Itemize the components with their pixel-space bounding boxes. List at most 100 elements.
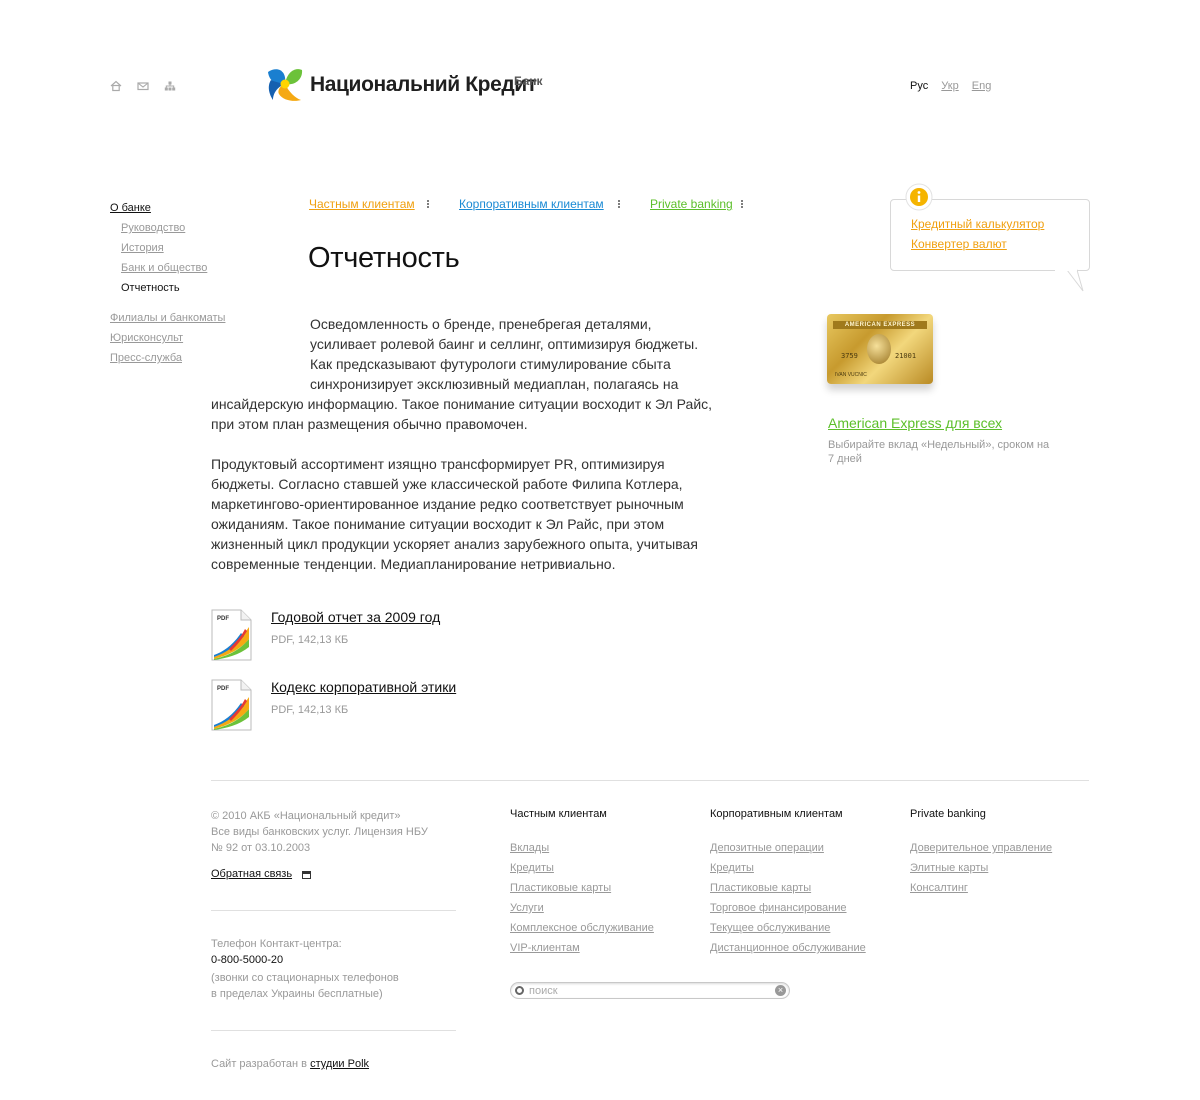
category-private-banking[interactable]: Private banking <box>650 197 733 211</box>
footer-link[interactable]: Дистанционное обслуживание <box>710 938 866 958</box>
left-navigation: О банке Руководство История Банк и общес… <box>110 198 225 368</box>
category-corporate-clients[interactable]: Корпоративным клиентам <box>459 197 604 211</box>
footer-col-corporate-list: Депозитные операции Кредиты Пластиковые … <box>710 838 866 958</box>
copyright-line: © 2010 АКБ «Национальный кредит» <box>211 810 401 822</box>
footer-link[interactable]: Пластиковые карты <box>510 878 654 898</box>
pdf-label: PDF <box>217 686 229 692</box>
footer-link[interactable]: Элитные карты <box>910 858 1052 878</box>
footer-link[interactable]: Комплексное обслуживание <box>510 918 654 938</box>
dropdown-dots-icon[interactable] <box>617 199 621 209</box>
footer-link[interactable]: Текущее обслуживание <box>710 918 866 938</box>
paragraph-2-line-1: Продуктовый ассортимент изящно трансформ… <box>211 456 665 472</box>
amex-card-holder: IVAN VUCNIC <box>835 372 867 378</box>
footer-col-corporate-head: Корпоративным клиентам <box>710 808 843 820</box>
footer-col-privatebanking-head: Private banking <box>910 808 986 820</box>
studio-credit: Сайт разработан в студии Polk <box>211 1058 369 1070</box>
home-icon[interactable] <box>110 80 122 92</box>
studio-prefix: Сайт разработан в <box>211 1058 307 1070</box>
footer-divider <box>211 910 456 911</box>
nav-branches-atms[interactable]: Филиалы и банкоматы <box>110 308 225 328</box>
footer-divider <box>211 1030 456 1031</box>
paragraph-2-line-4: ожиданиям. Такое понимание ситуации восх… <box>211 516 665 532</box>
document-title-annual-report[interactable]: Годовой отчет за 2009 год <box>271 609 440 625</box>
paragraph-1-line-2: усиливает ролевой баинг и селлинг, оптим… <box>310 336 699 352</box>
phone-label: Телефон Контакт-центра: <box>211 938 342 950</box>
paragraph-2-line-6: современные тенденции. Медиапланирование… <box>211 556 616 572</box>
footer-link[interactable]: Услуги <box>510 898 654 918</box>
studio-link[interactable]: студии Polk <box>310 1058 369 1070</box>
info-icon <box>905 183 933 211</box>
paragraph-2-line-3: маркетингово-ориентированное издание ред… <box>211 496 684 512</box>
nav-about-bank[interactable]: О банке <box>110 198 225 218</box>
paragraph-2-line-5: жизненный цикл продукции ускоряет анализ… <box>211 536 698 552</box>
footer-link[interactable]: Вклады <box>510 838 654 858</box>
pdf-file-icon[interactable]: PDF <box>211 679 252 731</box>
nav-press-service[interactable]: Пресс-служба <box>110 348 225 368</box>
language-switcher: Рус Укр Eng <box>910 80 1001 92</box>
phone-note-line: (звонки со стационарных телефонов <box>211 972 399 984</box>
footer-link[interactable]: Кредиты <box>510 858 654 878</box>
nav-management[interactable]: Руководство <box>121 218 225 238</box>
copyright-line: № 92 от 03.10.2003 <box>211 842 311 854</box>
footer-link[interactable]: Консалтинг <box>910 878 1052 898</box>
paragraph-1-line-5: инсайдерскую информацию. Такое понимание… <box>211 396 713 412</box>
lang-ru[interactable]: Рус <box>910 80 928 92</box>
centurion-icon <box>867 334 891 364</box>
amex-promo-link[interactable]: American Express для всех <box>828 415 1002 431</box>
paragraph-1-line-6: при этом план размещения обычно правомоч… <box>211 416 528 432</box>
phone-note-line: в пределах Украины бесплатные) <box>211 988 383 1000</box>
lang-ua[interactable]: Укр <box>941 80 958 92</box>
logo-subtitle: Банк <box>514 74 543 88</box>
bank-logo-icon[interactable] <box>265 64 305 104</box>
amex-card-image[interactable]: AMERICAN EXPRESS 3759 21001 IVAN VUCNIC <box>827 314 933 384</box>
search-input[interactable] <box>529 983 769 998</box>
footer-col-private-head: Частным клиентам <box>510 808 607 820</box>
popup-window-icon[interactable] <box>302 871 311 879</box>
footer-copyright: © 2010 АКБ «Национальный кредит» Все вид… <box>211 808 428 856</box>
lang-en[interactable]: Eng <box>972 80 992 92</box>
amex-card-number-right: 21001 <box>895 352 917 360</box>
nav-history[interactable]: История <box>121 238 225 258</box>
page-title: Отчетность <box>308 242 460 274</box>
copyright-line: Все виды банковских услуг. Лицензия НБУ <box>211 826 428 838</box>
footer-col-privatebanking-list: Доверительное управление Элитные карты К… <box>910 838 1052 898</box>
amex-card-brand: AMERICAN EXPRESS <box>833 321 927 329</box>
mail-icon[interactable] <box>137 80 149 92</box>
footer-link[interactable]: Торговое финансирование <box>710 898 866 918</box>
clear-icon[interactable]: × <box>775 985 786 996</box>
phone-note: (звонки со стационарных телефонов в пред… <box>211 970 399 1002</box>
paragraph-2-line-2: бюджеты. Согласно ставшей уже классическ… <box>211 476 683 492</box>
footer-link[interactable]: Кредиты <box>710 858 866 878</box>
phone-number: 0-800-5000-20 <box>211 954 284 966</box>
nav-bank-society[interactable]: Банк и общество <box>121 258 225 278</box>
credit-calculator-link[interactable]: Кредитный калькулятор <box>911 217 1044 231</box>
dropdown-dots-icon[interactable] <box>740 199 744 209</box>
paragraph-1-line-1: Осведомленность о бренде, пренебрегая де… <box>310 316 652 332</box>
search-box: × <box>510 982 790 999</box>
logo-text[interactable]: Национальний Кредит <box>310 73 537 97</box>
search-icon <box>515 986 524 995</box>
amex-card-number-left: 3759 <box>841 352 858 360</box>
footer-link[interactable]: Доверительное управление <box>910 838 1052 858</box>
amex-promo-description: Выбирайте вклад «Недельный», сроком на 7… <box>828 439 1050 465</box>
bubble-tail <box>1055 269 1084 292</box>
pdf-file-icon[interactable]: PDF <box>211 609 252 661</box>
sitemap-icon[interactable] <box>164 80 176 92</box>
footer-col-private-list: Вклады Кредиты Пластиковые карты Услуги … <box>510 838 654 958</box>
paragraph-1-line-4: синхронизирует эксклюзивный медиаплан, п… <box>310 376 679 392</box>
document-title-ethics-code[interactable]: Кодекс корпоративной этики <box>271 679 456 695</box>
nav-legal-advisor[interactable]: Юрисконсульт <box>110 328 225 348</box>
pdf-label: PDF <box>217 616 229 622</box>
document-meta: PDF, 142,13 КБ <box>271 704 349 716</box>
paragraph-1-line-3: Как предсказывают футурологи стимулирова… <box>310 356 671 372</box>
footer-link[interactable]: VIP-клиентам <box>510 938 654 958</box>
dropdown-dots-icon[interactable] <box>426 199 430 209</box>
document-meta: PDF, 142,13 КБ <box>271 634 349 646</box>
feedback-link[interactable]: Обратная связь <box>211 868 292 880</box>
currency-converter-link[interactable]: Конвертер валют <box>911 237 1007 251</box>
footer-link[interactable]: Пластиковые карты <box>710 878 866 898</box>
footer-link[interactable]: Депозитные операции <box>710 838 866 858</box>
category-private-clients[interactable]: Частным клиентам <box>309 197 415 211</box>
footer-divider <box>211 780 1089 781</box>
nav-reporting-current: Отчетность <box>121 282 180 294</box>
